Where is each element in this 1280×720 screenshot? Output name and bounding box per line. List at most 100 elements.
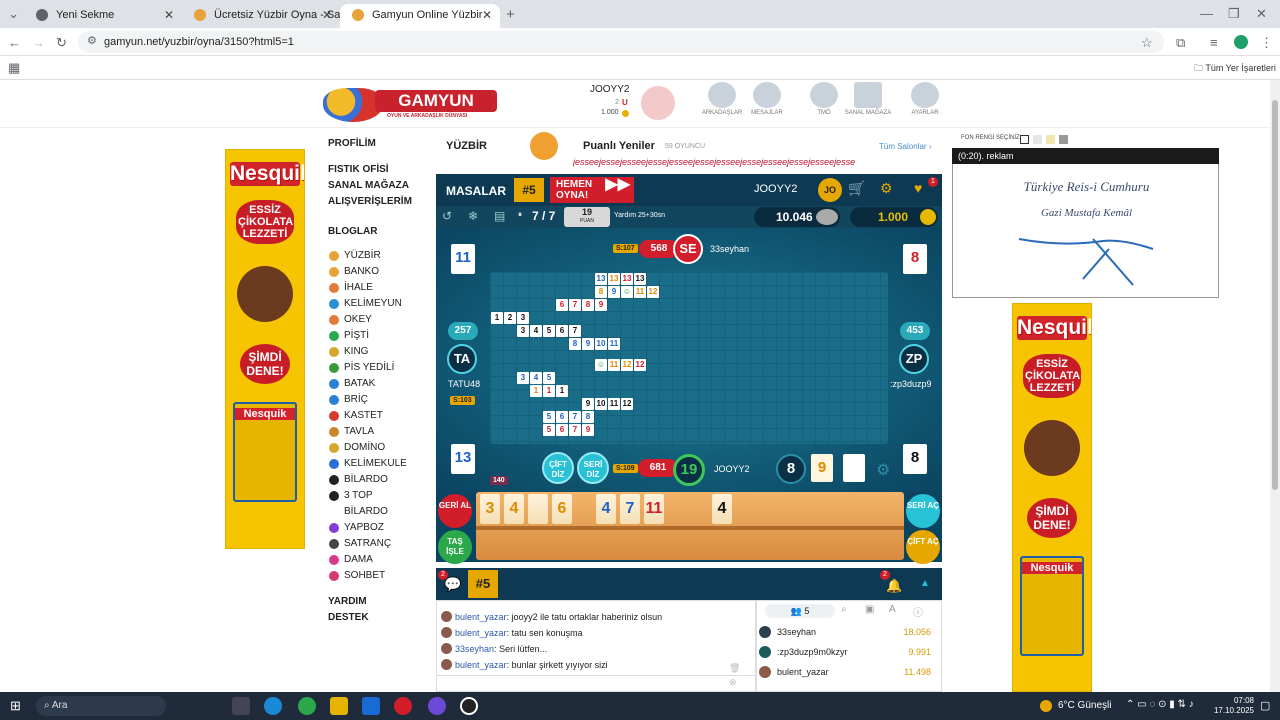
meld-tile[interactable]: 12 [621, 398, 633, 410]
meld-tile[interactable]: 11 [608, 398, 620, 410]
weather-text[interactable]: 6°C Güneşli [1058, 700, 1111, 711]
meld-tile[interactable]: 12 [621, 359, 633, 371]
chrome-icon[interactable] [298, 697, 316, 715]
rack-tile[interactable]: 7 [620, 494, 640, 524]
tab-new[interactable]: Yeni Sekme ✕ [24, 4, 182, 28]
menu-game-item[interactable]: KING [328, 344, 418, 360]
meld-tile[interactable]: 1 [556, 385, 568, 397]
meld-tile[interactable]: 13 [608, 273, 620, 285]
settings-cog-icon[interactable]: ⚙ [876, 460, 890, 480]
rack-tile[interactable]: 4 [596, 494, 616, 524]
tab-salon[interactable]: Ücretsiz Yüzbir Oyna - Salon Lis ✕ [182, 4, 340, 28]
meld-tile[interactable]: 11 [608, 338, 620, 350]
user-row[interactable]: :zp3duzp9m0kzyr 9.991 [759, 643, 939, 661]
bg-color-dark[interactable] [1059, 135, 1068, 144]
right-ad-banner[interactable]: Nesquik ESSİZ ÇİKOLATA LEZZETİ ŞİMDİ DEN… [1012, 303, 1092, 692]
rack-tile[interactable]: 3 [480, 494, 500, 524]
close-icon[interactable]: ✕ [482, 4, 492, 26]
apps-grid-icon[interactable]: ▦ [8, 61, 20, 74]
menu-support[interactable]: DESTEK [328, 610, 418, 626]
menu-purchases[interactable]: ALIŞVERİŞLERİM [328, 194, 418, 210]
seri-diz-button[interactable]: SERİ DİZ [577, 452, 609, 484]
app-icon[interactable] [428, 697, 446, 715]
cart-icon[interactable]: 🛒 [848, 180, 865, 197]
meld-tile[interactable]: 7 [569, 411, 581, 423]
menu-game-item[interactable]: DOMİNO [328, 440, 418, 456]
meld-tile[interactable]: 12 [647, 286, 659, 298]
bg-color-gray[interactable] [1033, 135, 1042, 144]
bell-icon[interactable]: 🔔 [886, 578, 902, 594]
menu-game-item[interactable]: KELİMEYUN [328, 296, 418, 312]
meld-tile[interactable]: 10 [595, 398, 607, 410]
top-player-avatar[interactable]: SE [673, 234, 703, 264]
gamyun-logo[interactable]: GAMYUN OYUN VE ARKADAŞLIK DÜNYASI [323, 84, 501, 122]
meld-tile[interactable]: 6 [556, 411, 568, 423]
meld-tile[interactable]: 1 [543, 385, 555, 397]
meld-tile[interactable]: ☺ [595, 359, 607, 371]
menu-game-item[interactable]: KELİMEKULE [328, 456, 418, 472]
clock-time[interactable]: 07:08 [1208, 696, 1254, 705]
rack-tile[interactable]: 4 [712, 494, 732, 524]
chat-tab-table[interactable]: #5 [468, 570, 498, 598]
meld-tile[interactable]: 2 [504, 312, 516, 324]
meld-tile[interactable]: 9 [582, 338, 594, 350]
nav-settings[interactable]: AYARLAR [897, 82, 953, 116]
new-tab-icon[interactable]: + [506, 7, 515, 22]
settings-gear-icon[interactable]: ⚙ [880, 180, 893, 197]
menu-profile[interactable]: PROFİLİM [328, 136, 418, 152]
meld-tile[interactable]: 4 [530, 325, 542, 337]
tas-isle-button[interactable]: TAŞ İŞLE [438, 530, 472, 564]
header-username[interactable]: JOOYY2 [590, 84, 629, 95]
edge-icon[interactable] [264, 697, 282, 715]
notifications-icon[interactable]: ▢ [1260, 699, 1270, 712]
meld-tile[interactable]: 13 [634, 273, 646, 285]
meld-tile[interactable]: 9 [582, 398, 594, 410]
meld-tile[interactable]: 10 [595, 338, 607, 350]
clear-icon[interactable]: ⊗ [729, 677, 737, 688]
menu-game-item[interactable]: İHALE [328, 280, 418, 296]
menu-game-item[interactable]: YAPBOZ [328, 520, 418, 536]
nav-store[interactable]: SANAL MAĞAZA [840, 82, 896, 116]
meld-tile[interactable]: 13 [595, 273, 607, 285]
back-icon[interactable]: ← [8, 36, 21, 49]
search-icon[interactable]: ⌕ [841, 604, 847, 615]
menu-game-item[interactable]: KASTET [328, 408, 418, 424]
app-icon-2[interactable] [460, 697, 478, 715]
left-player-avatar[interactable]: TA [447, 344, 477, 374]
forward-icon[interactable]: → [32, 36, 45, 49]
site-info-icon[interactable]: ⚙ [87, 36, 97, 47]
undo-icon[interactable]: ↺ [442, 209, 452, 223]
menu-game-item[interactable]: DAMA [328, 552, 418, 568]
meld-tile[interactable]: 1 [491, 312, 503, 324]
meld-tile[interactable]: 7 [569, 424, 581, 436]
tab-menu-icon[interactable]: ⌄ [8, 7, 19, 20]
meld-tile[interactable]: 5 [543, 424, 555, 436]
seri-ac-button[interactable]: SERİ AÇ [906, 494, 940, 528]
favorite-heart-icon[interactable]: ♥ [914, 180, 922, 196]
reload-icon[interactable]: ↻ [56, 36, 67, 49]
scrollbar-thumb[interactable] [1272, 100, 1278, 490]
file-explorer-icon[interactable] [330, 697, 348, 715]
meld-tile[interactable]: 8 [582, 411, 594, 423]
menu-game-item[interactable]: OKEY [328, 312, 418, 328]
video-ad[interactable]: Türkiye Reis-i Cumhuru Gazi Mustafa Kemâ… [952, 148, 1219, 298]
window-close-icon[interactable]: ✕ [1256, 7, 1267, 20]
cift-ac-button[interactable]: ÇİFT AÇ [906, 530, 940, 564]
tables-button[interactable]: MASALAR [446, 184, 506, 198]
rack-tile[interactable]: 6 [552, 494, 572, 524]
meld-tile[interactable]: 5 [543, 411, 555, 423]
meld-tile[interactable]: 5 [543, 325, 555, 337]
cift-diz-button[interactable]: ÇİFT DİZ [542, 452, 574, 484]
meld-tile[interactable]: 1 [530, 385, 542, 397]
menu-game-item[interactable]: 3 TOP BİLARDO [328, 488, 418, 520]
reading-list-icon[interactable]: ≡ [1210, 36, 1218, 49]
meld-tile[interactable]: 9 [595, 299, 607, 311]
all-salons-link[interactable]: Tüm Salonlar › [879, 142, 931, 151]
outlook-icon[interactable] [362, 697, 380, 715]
meld-tile[interactable]: ☺ [621, 286, 633, 298]
drawn-tile[interactable]: 8 [776, 454, 806, 484]
snowflake-icon[interactable]: ❄ [468, 209, 478, 223]
bg-color-cream[interactable] [1046, 135, 1055, 144]
meld-tile[interactable]: 4 [530, 372, 542, 384]
rack-tile[interactable]: 4 [504, 494, 524, 524]
